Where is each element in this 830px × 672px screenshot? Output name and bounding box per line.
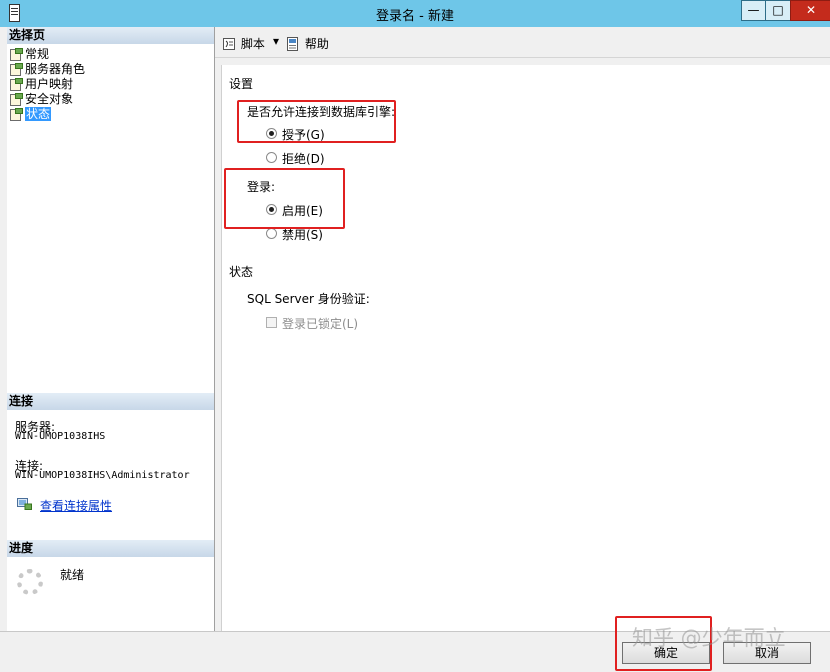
- page-item-label: 服务器角色: [25, 62, 86, 76]
- progress-spinner-icon: [17, 569, 43, 595]
- left-panel: 选择页 常规 服务器角色 用户映射 安全对象 状态 连接 服务器: WIN-UM…: [7, 27, 215, 631]
- connection-value: WIN-UMOP1038IHS\Administrator: [15, 470, 190, 481]
- disable-radio[interactable]: [266, 228, 277, 239]
- title-bar: 登录名 - 新建 — □ ✕: [0, 0, 830, 27]
- login-locked-label: 登录已锁定(L): [282, 317, 359, 331]
- script-label: 脚本: [240, 37, 265, 51]
- page-item-label: 常规: [25, 47, 50, 61]
- connection-header: 连接: [7, 393, 214, 410]
- sql-auth-label: SQL Server 身份验证:: [247, 292, 370, 306]
- status-section-label: 状态: [229, 265, 254, 279]
- maximize-button[interactable]: □: [765, 0, 791, 21]
- script-button[interactable]: 脚本: [222, 35, 265, 52]
- select-page-header: 选择页: [7, 27, 214, 44]
- page-icon: [9, 78, 23, 91]
- watermark: 知乎 @少年而立: [632, 626, 786, 650]
- highlight-box-login: [224, 168, 345, 229]
- close-button[interactable]: ✕: [790, 0, 830, 21]
- progress-status: 就绪: [60, 568, 85, 582]
- status-page-content: 设置 是否允许连接到数据库引擎: 授予(G) 拒绝(D) 登录: 启用(E) 禁…: [221, 65, 830, 631]
- view-connection-properties-link[interactable]: 查看连接属性: [40, 497, 112, 514]
- highlight-box-permission: [237, 100, 396, 143]
- window-title: 登录名 - 新建: [376, 9, 454, 24]
- page-icon: [9, 63, 23, 76]
- right-panel: 脚本 ▾ 帮助 设置 是否允许连接到数据库引擎: 授予(G) 拒绝(D) 登录:…: [215, 27, 830, 631]
- minimize-button[interactable]: —: [741, 0, 766, 21]
- page-item-status[interactable]: 状态: [9, 107, 52, 122]
- page-icon: [9, 93, 23, 106]
- page-item-server-roles[interactable]: 服务器角色: [9, 62, 85, 77]
- settings-section-label: 设置: [229, 77, 254, 91]
- page-item-label: 用户映射: [25, 77, 74, 91]
- script-icon: [223, 38, 235, 50]
- login-locked-checkbox[interactable]: [266, 317, 277, 328]
- help-label: 帮助: [304, 37, 329, 51]
- deny-label: 拒绝(D): [282, 152, 325, 166]
- page-icon: [9, 48, 23, 61]
- page-icon: [9, 108, 23, 121]
- script-dropdown-chevron-down-icon[interactable]: ▾: [273, 34, 279, 48]
- page-item-label: 状态: [25, 107, 52, 121]
- help-icon: [287, 37, 298, 51]
- page-item-label: 安全对象: [25, 92, 74, 106]
- progress-header: 进度: [7, 540, 214, 557]
- page-item-general[interactable]: 常规: [9, 47, 49, 62]
- deny-radio[interactable]: [266, 152, 277, 163]
- server-value: WIN-UMOP1038IHS: [15, 431, 106, 442]
- connection-properties-icon: [17, 498, 32, 510]
- toolbar: 脚本 ▾ 帮助: [215, 27, 830, 58]
- page-item-securables[interactable]: 安全对象: [9, 92, 73, 107]
- page-item-user-mapping[interactable]: 用户映射: [9, 77, 73, 92]
- help-button[interactable]: 帮助: [286, 35, 329, 52]
